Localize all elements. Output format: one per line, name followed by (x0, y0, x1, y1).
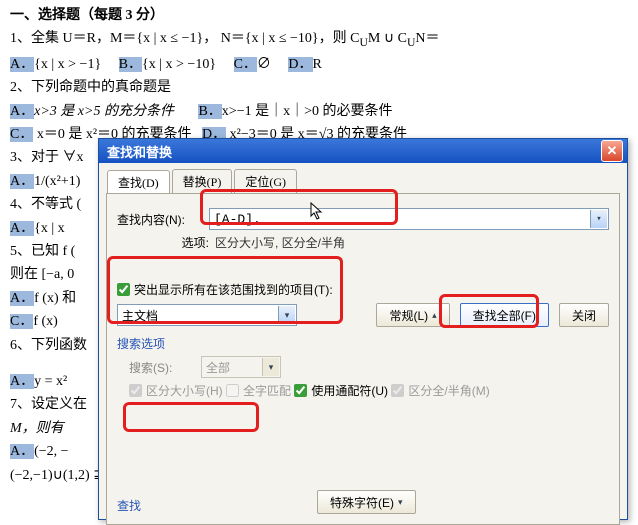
dropdown-icon: ▾ (262, 358, 279, 376)
find-label: 查找内容(N): (117, 211, 209, 228)
q2-opts-1: A．x>3 是 x>5 的充分条件 B．x>−1 是｜x｜>0 的必要条件 (10, 101, 628, 123)
dialog-titlebar[interactable]: 查找和替换 ✕ (99, 139, 627, 163)
red-box-4 (123, 402, 259, 432)
tab-panel: 查找内容(N): [A-D]. ▾ 选项: 区分大小写, 区分全/半角 突出显示… (106, 193, 620, 525)
find-link: 查找 (117, 497, 141, 514)
dropdown-icon[interactable]: ▾ (590, 210, 607, 228)
close-icon[interactable]: ✕ (601, 140, 623, 162)
normal-button[interactable]: 常规(L)▴ (376, 303, 449, 327)
options-label: 选项: (117, 234, 215, 251)
find-all-button[interactable]: 查找全部(F) (460, 303, 549, 327)
q1: 1、全集 U＝R，M＝{x | x ≤ −1}， N＝{x | x ≤ −10}… (10, 28, 628, 52)
halfwidth-checkbox: 区分全/半角(M) (391, 382, 489, 399)
close-button[interactable]: 关闭 (559, 303, 609, 327)
dropdown-icon[interactable]: ▾ (278, 306, 295, 324)
case-checkbox: 区分大小写(H) (129, 382, 223, 399)
search-dir-label: 搜索(S): (129, 359, 201, 376)
wildcard-checkbox[interactable]: 使用通配符(U) (294, 382, 388, 399)
tab-find[interactable]: 查找(D) (107, 170, 170, 194)
options-value: 区分大小写, 区分全/半角 (215, 234, 345, 251)
special-char-button[interactable]: 特殊字符(E)▾ (317, 490, 416, 514)
find-replace-dialog: 查找和替换 ✕ 查找(D) 替换(P) 定位(G) 查找内容(N): [A-D]… (98, 138, 628, 520)
search-options-label: 搜索选项 (117, 335, 609, 352)
q1-options: A．{x | x > −1} B．{x | x > −10} C．∅ D．R (10, 54, 628, 76)
highlight-checkbox[interactable]: 突出显示所有在该范围找到的项目(T): (117, 281, 333, 298)
dialog-title: 查找和替换 (107, 142, 172, 161)
search-dir-dropdown: 全部 ▾ (201, 356, 281, 378)
find-input[interactable]: [A-D]. ▾ (209, 208, 609, 230)
dialog-tabs: 查找(D) 替换(P) 定位(G) (99, 163, 627, 193)
tab-replace[interactable]: 替换(P) (172, 169, 233, 193)
q2: 2、下列命题中的真命题是 (10, 77, 628, 99)
tab-goto[interactable]: 定位(G) (234, 169, 297, 193)
heading: 一、选择题（每题 3 分） (10, 5, 628, 27)
whole-checkbox: 全字匹配 (226, 382, 291, 399)
scope-dropdown[interactable]: 主文档 ▾ (117, 304, 297, 326)
